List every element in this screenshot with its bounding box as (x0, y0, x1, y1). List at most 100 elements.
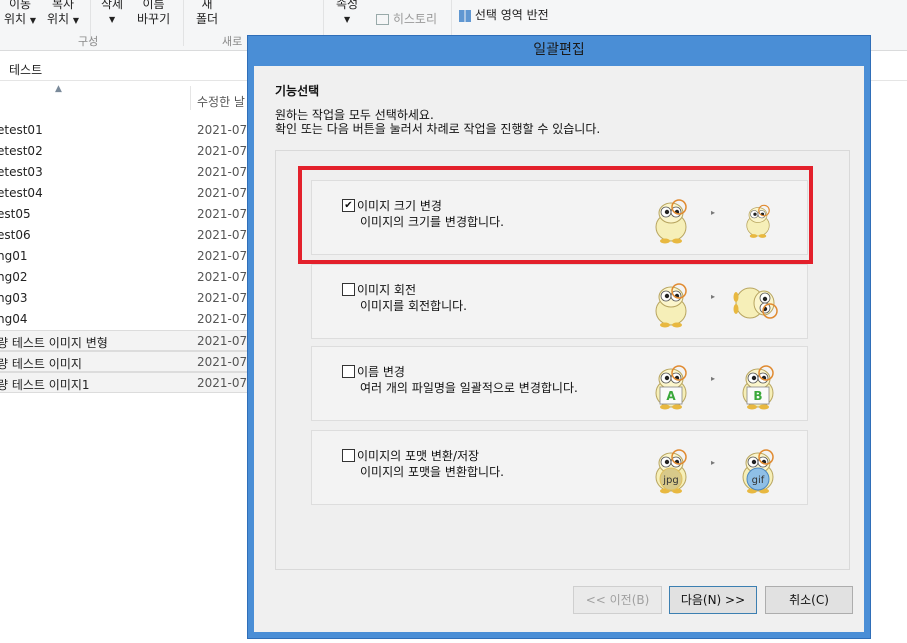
file-row[interactable]: ng02 2021-07- (0, 267, 252, 288)
file-row[interactable]: etest04 2021-07- (0, 183, 252, 204)
move-to-label-line1: 이동 (8, 0, 32, 11)
invert-selection-label: 선택 영역 반전 (474, 8, 549, 22)
file-row[interactable]: etest01 2021-07- (0, 120, 252, 141)
file-modified-date: 2021-07- (197, 207, 252, 221)
new-folder-label-line2: 폴더 (196, 12, 219, 26)
chevron-down-icon: ▼ (72, 16, 80, 25)
history-icon (376, 14, 389, 25)
file-row[interactable]: etest03 2021-07- (0, 162, 252, 183)
file-row[interactable]: est06 2021-07- (0, 225, 252, 246)
file-row[interactable]: 량 테스트 이미지 변형 2021-07- (0, 330, 252, 351)
dialog-title: 일괄편집 (533, 42, 585, 58)
history-button[interactable]: 히스토리 (376, 10, 437, 27)
file-name: etest04 (0, 186, 43, 200)
file-modified-date: 2021-07- (197, 355, 252, 369)
properties-label: 속성 (336, 0, 359, 11)
option-title: 이름 변경 (357, 365, 405, 379)
option-description: 이미지의 포맷을 변환합니다. (360, 465, 504, 479)
chevron-down-icon: ▼ (29, 16, 37, 25)
mascot-sign-b-icon: B (732, 359, 784, 411)
file-modified-date: 2021-07- (197, 312, 252, 326)
option-description: 여러 개의 파일명을 일괄적으로 변경합니다. (360, 381, 578, 395)
file-row[interactable]: 량 테스트 이미지1 2021-07- (0, 372, 252, 393)
file-row[interactable]: ng01 2021-07- (0, 246, 252, 267)
batch-edit-dialog: 일괄편집 기능선택 원하는 작업을 모두 선택하세요. 확인 또는 다음 버튼을… (247, 35, 871, 639)
option-card[interactable]: 이름 변경여러 개의 파일명을 일괄적으로 변경합니다. A ▸ B (311, 346, 808, 421)
ribbon-divider (183, 0, 184, 46)
file-row[interactable]: 량 테스트 이미지 2021-07- (0, 351, 252, 372)
option-checkbox[interactable] (342, 365, 355, 378)
file-modified-date: 2021-07- (197, 376, 252, 390)
file-row[interactable]: ng03 2021-07- (0, 288, 252, 309)
file-modified-date: 2021-07- (197, 270, 252, 284)
new-folder-button[interactable]: 새 폴더 (196, 0, 218, 27)
instruction-line-2: 확인 또는 다음 버튼을 눌러서 차례로 작업을 진행할 수 있습니다. (275, 122, 601, 136)
option-title: 이미지의 포맷 변환/저장 (357, 449, 480, 463)
file-modified-date: 2021-07- (197, 228, 252, 242)
file-name: 량 테스트 이미지 (0, 357, 82, 371)
delete-label: 삭제 (101, 0, 124, 11)
section-title: 기능선택 (275, 84, 320, 98)
new-folder-label-line1: 새 (201, 0, 213, 11)
file-name: est06 (0, 228, 31, 242)
option-card[interactable]: 이미지 회전 이미지를 회전합니다. ▸ (311, 264, 808, 339)
move-to-button[interactable]: 이동 위치 ▼ (4, 0, 36, 28)
file-modified-date: 2021-07- (197, 291, 252, 305)
copy-to-button[interactable]: 복사 위치 ▼ (47, 0, 79, 28)
next-button[interactable]: 다음(N) >> (669, 586, 757, 614)
dialog-client: 기능선택 원하는 작업을 모두 선택하세요. 확인 또는 다음 버튼을 눌러서 … (254, 66, 864, 632)
mascot-icon (645, 277, 697, 329)
mascot-jpg-icon: jpg (645, 443, 697, 495)
column-modified-date[interactable]: 수정한 날 (197, 93, 245, 110)
file-modified-date: 2021-07- (197, 334, 252, 348)
invert-selection-button[interactable]: 선택 영역 반전 (459, 6, 549, 23)
file-name: etest02 (0, 144, 43, 158)
sort-ascending-icon[interactable]: ▲ (55, 84, 62, 94)
invert-selection-icon (459, 9, 471, 22)
file-name: 량 테스트 이미지 변형 (0, 336, 108, 350)
rotated-mascot-icon (732, 277, 784, 329)
history-label: 히스토리 (392, 12, 437, 26)
file-modified-date: 2021-07- (197, 165, 252, 179)
file-name: etest03 (0, 165, 43, 179)
file-row[interactable]: est05 2021-07- (0, 204, 252, 225)
file-name: ng04 (0, 312, 28, 326)
option-description: 이미지를 회전합니다. (360, 299, 467, 313)
svg-text:gif: gif (752, 475, 765, 486)
file-modified-date: 2021-07- (197, 123, 252, 137)
column-divider (190, 86, 191, 110)
file-row[interactable]: ng04 2021-07- (0, 309, 252, 330)
mascot-gif-icon: gif (732, 443, 784, 495)
group-label-new: 새로 (222, 35, 243, 48)
file-list: etest01 2021-07- etest02 2021-07- etest03 202… (0, 120, 252, 393)
file-row[interactable]: etest02 2021-07- (0, 141, 251, 162)
file-modified-date: 2021-07- (197, 186, 252, 200)
copy-to-label-line1: 복사 (51, 0, 75, 11)
group-label-organize: 구성 (78, 35, 99, 48)
mascot-sign-a-icon: A (645, 359, 697, 411)
svg-text:jpg: jpg (662, 475, 678, 486)
file-modified-date: 2021-07- (197, 249, 252, 263)
column-header: ▲ 수정한 날 (0, 82, 250, 112)
file-name: ng03 (0, 291, 28, 305)
delete-button[interactable]: 삭제 ▼ (101, 0, 123, 27)
file-name: est05 (0, 207, 31, 221)
file-name: ng02 (0, 270, 28, 284)
rename-button[interactable]: 이름 바꾸기 (137, 0, 170, 27)
file-name: etest01 (0, 123, 43, 137)
cancel-button[interactable]: 취소(C) (765, 586, 853, 614)
properties-button[interactable]: 속성 ▼ (336, 0, 358, 27)
arrow-right-icon: ▸ (711, 374, 716, 383)
rename-label-line1: 이름 (142, 0, 165, 11)
file-name: ng01 (0, 249, 28, 263)
file-name: 량 테스트 이미지1 (0, 378, 90, 392)
option-card[interactable]: 이미지의 포맷 변환/저장이미지의 포맷을 변환합니다. jpg ▸ gif (311, 430, 808, 505)
prev-button[interactable]: << 이전(B) (573, 586, 662, 614)
highlight-box (298, 166, 813, 264)
option-checkbox[interactable] (342, 283, 355, 296)
svg-text:A: A (666, 389, 676, 403)
option-title: 이미지 회전 (357, 283, 417, 297)
address-current-folder: 테스트 (9, 63, 43, 77)
arrow-right-icon: ▸ (711, 458, 716, 467)
option-checkbox[interactable] (342, 449, 355, 462)
